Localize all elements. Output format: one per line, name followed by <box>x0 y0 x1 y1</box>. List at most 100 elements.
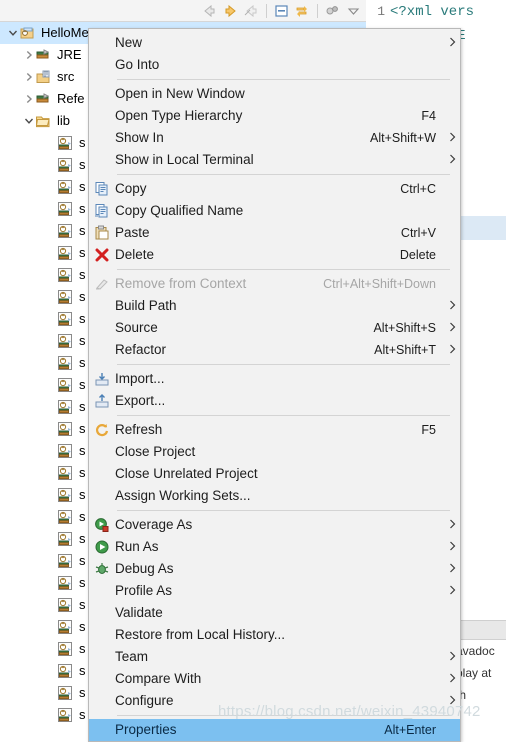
menu-item-run-as[interactable]: Run As <box>89 536 460 558</box>
submenu-chevron-right-icon <box>444 540 460 554</box>
menu-item-open-type-hierarchy[interactable]: Open Type Hierarchy F4 <box>89 105 460 127</box>
debug-as-icon <box>89 558 115 580</box>
jar-icon <box>57 553 75 569</box>
menu-icon-empty <box>89 441 115 463</box>
menu-item-delete[interactable]: Delete Delete <box>89 244 460 266</box>
menu-item-label: Run As <box>115 539 159 554</box>
menu-item-debug-as[interactable]: Debug As <box>89 558 460 580</box>
tree-item-label: s <box>79 531 86 546</box>
menu-item-compare-with[interactable]: Compare With <box>89 668 460 690</box>
submenu-chevron-right-icon <box>444 131 460 145</box>
collapse-all-icon[interactable] <box>273 3 290 19</box>
view-menu-icon[interactable] <box>324 3 341 19</box>
menu-icon-empty <box>89 690 115 712</box>
jar-icon <box>57 443 75 459</box>
menu-item-close-project[interactable]: Close Project <box>89 441 460 463</box>
forward-icon[interactable] <box>222 3 239 19</box>
twisty-empty <box>44 660 57 682</box>
menu-item-remove-from-context: Remove from Context Ctrl+Alt+Shift+Down <box>89 273 460 295</box>
menu-separator <box>117 174 450 175</box>
menu-item-show-in[interactable]: Show In Alt+Shift+W <box>89 127 460 149</box>
chevron-right-icon[interactable] <box>22 66 35 88</box>
tree-item-label: s <box>79 597 86 612</box>
menu-icon-empty <box>89 668 115 690</box>
toolbar-separator-2 <box>317 3 318 18</box>
menu-item-export[interactable]: Export... <box>89 390 460 412</box>
toolbar-separator <box>266 3 267 18</box>
menu-item-coverage-as[interactable]: Coverage As <box>89 514 460 536</box>
menu-item-close-unrelated-project[interactable]: Close Unrelated Project <box>89 463 460 485</box>
menu-item-open-in-new-window[interactable]: Open in New Window <box>89 83 460 105</box>
menu-item-validate[interactable]: Validate <box>89 602 460 624</box>
menu-item-team[interactable]: Team <box>89 646 460 668</box>
menu-item-restore-from-local-history[interactable]: Restore from Local History... <box>89 624 460 646</box>
menu-item-assign-working-sets[interactable]: Assign Working Sets... <box>89 485 460 507</box>
twisty-empty <box>44 176 57 198</box>
menu-item-properties[interactable]: Properties Alt+Enter <box>89 719 460 741</box>
menu-item-label: Source <box>115 320 158 335</box>
twisty-empty <box>44 506 57 528</box>
chevron-right-icon[interactable] <box>22 88 35 110</box>
menu-icon-empty <box>89 646 115 668</box>
tree-item-label: s <box>79 641 86 656</box>
background-panel-line-1: avadoc <box>456 644 495 658</box>
chevron-down-icon[interactable] <box>22 110 35 132</box>
tree-item-label: s <box>79 289 86 304</box>
twisty-empty <box>44 220 57 242</box>
menu-item-new[interactable]: New <box>89 32 460 54</box>
submenu-chevron-right-icon <box>444 672 460 686</box>
chevron-right-icon[interactable] <box>22 44 35 66</box>
menu-item-go-into[interactable]: Go Into <box>89 54 460 76</box>
menu-item-paste[interactable]: Paste Ctrl+V <box>89 222 460 244</box>
jar-icon <box>57 355 75 371</box>
menu-item-refactor[interactable]: Refactor Alt+Shift+T <box>89 339 460 361</box>
menu-icon-empty <box>89 485 115 507</box>
menu-item-refresh[interactable]: Refresh F5 <box>89 419 460 441</box>
jar-icon <box>57 267 75 283</box>
menu-item-show-in-local-terminal[interactable]: Show in Local Terminal <box>89 149 460 171</box>
tree-item-label: s <box>79 685 86 700</box>
chevron-down-icon[interactable] <box>6 22 19 44</box>
menu-item-label: Profile As <box>115 583 173 598</box>
menu-item-accelerator: Alt+Shift+S <box>373 321 436 335</box>
menu-icon-empty <box>89 580 115 602</box>
menu-item-copy[interactable]: Copy Ctrl+C <box>89 178 460 200</box>
menu-item-import[interactable]: Import... <box>89 368 460 390</box>
jar-icon <box>57 223 75 239</box>
minimize-icon[interactable] <box>345 3 362 19</box>
up-icon[interactable] <box>243 3 260 19</box>
tree-item-label: s <box>79 575 86 590</box>
jar-icon <box>57 465 75 481</box>
menu-item-label: Import... <box>115 371 165 386</box>
jar-icon <box>57 311 75 327</box>
menu-item-accelerator: Alt+Shift+W <box>370 131 436 145</box>
menu-item-source[interactable]: Source Alt+Shift+S <box>89 317 460 339</box>
tree-item-label: s <box>79 443 86 458</box>
jar-icon <box>57 289 75 305</box>
project-context-menu[interactable]: New Go Into Open in New Window Open Type Hi… <box>88 28 461 742</box>
menu-item-label: Close Project <box>115 444 196 459</box>
menu-item-copy-qualified-name[interactable]: Copy Qualified Name <box>89 200 460 222</box>
tree-item-label: s <box>79 201 86 216</box>
menu-item-label: Copy Qualified Name <box>115 203 244 218</box>
menu-item-configure[interactable]: Configure <box>89 690 460 712</box>
menu-item-label: Delete <box>115 247 155 262</box>
back-icon[interactable] <box>201 3 218 19</box>
remove-from-context-icon <box>89 273 115 295</box>
tree-item-label: JRE <box>57 47 82 62</box>
jar-icon <box>57 201 75 217</box>
background-panel-header <box>454 621 506 640</box>
menu-item-label: Assign Working Sets... <box>115 488 251 503</box>
link-with-editor-icon[interactable] <box>294 3 311 19</box>
tree-item-label: s <box>79 509 86 524</box>
menu-item-label: Go Into <box>115 57 160 72</box>
jar-icon <box>57 179 75 195</box>
menu-item-accelerator: Ctrl+C <box>400 182 436 196</box>
tree-item-label: s <box>79 399 86 414</box>
menu-item-label: Open Type Hierarchy <box>115 108 243 123</box>
twisty-empty <box>44 154 57 176</box>
menu-item-profile-as[interactable]: Profile As <box>89 580 460 602</box>
menu-item-build-path[interactable]: Build Path <box>89 295 460 317</box>
jar-icon <box>57 575 75 591</box>
twisty-empty <box>44 572 57 594</box>
